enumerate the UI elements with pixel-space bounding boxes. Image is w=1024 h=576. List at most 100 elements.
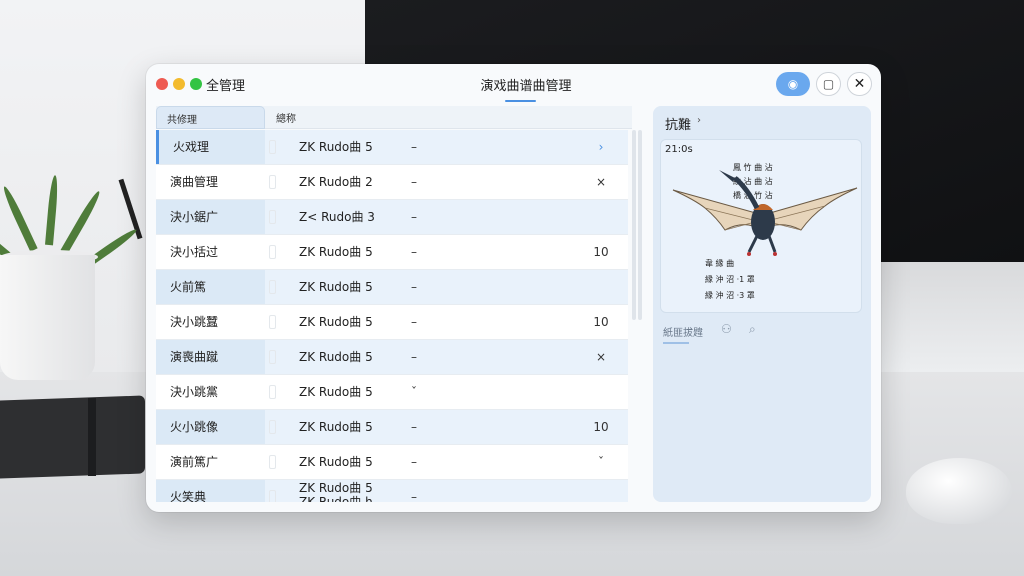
row-name-cell[interactable]: 決小跳黨 bbox=[156, 375, 265, 409]
background-mouse bbox=[906, 458, 1012, 524]
table-row[interactable]: 火前篤 ZK Rudo曲 5 – bbox=[156, 270, 628, 305]
row-checkbox[interactable] bbox=[269, 280, 276, 294]
table-row[interactable]: 決小跳黨 ZK Rudo曲 5 ˇ bbox=[156, 375, 628, 410]
row-name-cell[interactable]: 火小跳像 bbox=[156, 410, 265, 444]
title-bar: 全管理 演戏曲谱曲管理 ◉ ▢ ✕ bbox=[146, 64, 881, 106]
header-cell-name[interactable]: 共修理 bbox=[156, 106, 265, 129]
location-pin-icon: ◉ bbox=[787, 77, 799, 91]
row-song-text: ZK Rudo曲 5 bbox=[299, 140, 373, 154]
close-button[interactable]: ✕ bbox=[847, 72, 872, 96]
row-action-cell[interactable]: 10 bbox=[586, 235, 616, 269]
row-song-text: ZK Rudo曲 2 bbox=[299, 175, 373, 189]
location-button[interactable]: ◉ bbox=[776, 72, 810, 96]
close-window-light[interactable] bbox=[156, 78, 168, 90]
row-dash-cell: – bbox=[411, 245, 417, 259]
table-row[interactable]: 演前篤广 ZK Rudo曲 5 – ˇ bbox=[156, 445, 628, 480]
row-checkbox[interactable] bbox=[269, 350, 276, 364]
panel-title: 抗難 bbox=[665, 118, 692, 133]
panel-tab-label[interactable]: 紙匪拔韙 bbox=[663, 324, 703, 339]
row-checkbox[interactable] bbox=[269, 385, 276, 399]
row-dash-cell: – bbox=[411, 315, 417, 329]
image-preview[interactable]: 21:0s 鳳 竹 曲 沾 紋 沾 曲 沾 橋 沾 竹 沾 韋 縁 曲 縁 沖 … bbox=[660, 139, 862, 313]
table-row[interactable]: 火笑典 ZK Rudo曲 5 ZK Rudo曲 h – bbox=[156, 480, 628, 502]
table-row[interactable]: 決小括过 ZK Rudo曲 5 – 10 bbox=[156, 235, 628, 270]
row-name-cell[interactable]: 演曲管理 bbox=[156, 165, 265, 199]
background-monitor-stand bbox=[880, 262, 1024, 372]
title-underline bbox=[505, 100, 536, 102]
row-song-cell: ZK Rudo曲 5 bbox=[299, 270, 373, 304]
scrollbar-track-secondary[interactable] bbox=[638, 130, 642, 320]
row-action-cell[interactable]: 10 bbox=[586, 410, 616, 444]
row-song-cell: ZK Rudo曲 2 bbox=[299, 165, 373, 199]
table-body: 火戏理 ZK Rudo曲 5 – › 演曲管理 ZK Rudo曲 2 – × 決小鋸广 Z< Ru… bbox=[156, 130, 628, 502]
row-dash-cell: – bbox=[411, 210, 417, 224]
row-name-cell[interactable]: 火前篤 bbox=[156, 270, 265, 304]
row-checkbox[interactable] bbox=[269, 210, 276, 224]
preview-caption: 縁 沖 沼 ·3 罩 bbox=[705, 291, 755, 300]
row-song-text: ZK Rudo曲 5 bbox=[299, 315, 373, 329]
scrollbar-track[interactable] bbox=[632, 130, 636, 320]
detail-panel: 抗難 › 21:0s 鳳 竹 曲 沾 紋 沾 曲 沾 橋 沾 竹 沾 韋 縁 曲… bbox=[653, 106, 871, 502]
restore-button[interactable]: ▢ bbox=[816, 72, 841, 96]
window-title: 演戏曲谱曲管理 bbox=[480, 79, 572, 94]
background-plant-pot bbox=[0, 255, 95, 380]
background-notebook-band bbox=[88, 398, 96, 476]
row-checkbox[interactable] bbox=[269, 175, 276, 189]
chevron-right-icon[interactable]: › bbox=[697, 115, 701, 126]
row-checkbox[interactable] bbox=[269, 245, 276, 259]
preview-tag: 21:0s bbox=[665, 144, 693, 155]
window-restore-icon: ▢ bbox=[822, 77, 835, 91]
row-dash-cell: ˇ bbox=[411, 385, 417, 399]
row-song-cell: Z< Rudo曲 3 bbox=[299, 200, 375, 234]
minimize-window-light[interactable] bbox=[173, 78, 185, 90]
row-name-cell[interactable]: 決小括过 bbox=[156, 235, 265, 269]
row-song-cell: ZK Rudo曲 5 bbox=[299, 410, 373, 444]
row-name-cell[interactable]: 火戏理 bbox=[156, 130, 265, 164]
row-action-cell[interactable]: 10 bbox=[586, 305, 616, 339]
row-name-cell[interactable]: 演喪曲蹴 bbox=[156, 340, 265, 374]
row-action-cell[interactable]: ˇ bbox=[586, 445, 616, 479]
row-name-cell[interactable]: 決小跳蠶 bbox=[156, 305, 265, 339]
header-label-title[interactable]: 總称 bbox=[276, 110, 296, 125]
row-song-cell: ZK Rudo曲 5 bbox=[299, 340, 373, 374]
preview-caption: 縁 沖 沼 ·1 罩 bbox=[705, 275, 755, 284]
row-song-text: ZK Rudo曲 5 bbox=[299, 481, 373, 495]
row-checkbox[interactable] bbox=[269, 455, 276, 469]
maximize-window-light[interactable] bbox=[190, 78, 202, 90]
row-song-text: ZK Rudo曲 5 bbox=[299, 350, 373, 364]
table-row[interactable]: 演喪曲蹴 ZK Rudo曲 5 – × bbox=[156, 340, 628, 375]
close-icon: ✕ bbox=[853, 76, 866, 92]
panel-toolbar: 紙匪拔韙 ⚇ ⌕ bbox=[663, 321, 863, 345]
table-row[interactable]: 決小跳蠶 ZK Rudo曲 5 – 10 bbox=[156, 305, 628, 340]
search-icon[interactable]: ⌕ bbox=[749, 322, 756, 337]
row-song-cell: ZK Rudo曲 5 ZK Rudo曲 h bbox=[299, 481, 373, 502]
row-song-cell: ZK Rudo曲 5 bbox=[299, 130, 373, 164]
person-icon[interactable]: ⚇ bbox=[721, 322, 732, 336]
row-song-text: ZK Rudo曲 5 bbox=[299, 280, 373, 294]
row-checkbox[interactable] bbox=[269, 315, 276, 329]
preview-caption: 韋 縁 曲 bbox=[705, 259, 735, 268]
row-name-cell[interactable]: 火笑典 bbox=[156, 480, 265, 502]
row-dash-cell: – bbox=[411, 490, 417, 502]
row-song-text: ZK Rudo曲 5 bbox=[299, 455, 373, 469]
row-checkbox[interactable] bbox=[269, 490, 276, 502]
row-name-cell[interactable]: 演前篤广 bbox=[156, 445, 265, 479]
row-checkbox[interactable] bbox=[269, 140, 276, 154]
app-name: 全管理 bbox=[206, 79, 246, 94]
row-dash-cell: – bbox=[411, 420, 417, 434]
row-action-cell[interactable]: × bbox=[586, 165, 616, 199]
table-row[interactable]: 火小跳像 ZK Rudo曲 5 – 10 bbox=[156, 410, 628, 445]
row-song-text: Z< Rudo曲 3 bbox=[299, 210, 375, 224]
row-action-cell[interactable]: × bbox=[586, 340, 616, 374]
table-row[interactable]: 火戏理 ZK Rudo曲 5 – › bbox=[156, 130, 628, 165]
row-song-text-secondary: ZK Rudo曲 h bbox=[299, 495, 373, 502]
row-checkbox[interactable] bbox=[269, 420, 276, 434]
table-row[interactable]: 決小鋸广 Z< Rudo曲 3 – bbox=[156, 200, 628, 235]
row-name-cell[interactable]: 決小鋸广 bbox=[156, 200, 265, 234]
row-song-text: ZK Rudo曲 5 bbox=[299, 385, 373, 399]
row-song-cell: ZK Rudo曲 5 bbox=[299, 305, 373, 339]
table-row[interactable]: 演曲管理 ZK Rudo曲 2 – × bbox=[156, 165, 628, 200]
background-notebook bbox=[0, 395, 145, 479]
row-action-cell[interactable]: › bbox=[586, 130, 616, 164]
table-scrollbar[interactable] bbox=[632, 130, 642, 320]
